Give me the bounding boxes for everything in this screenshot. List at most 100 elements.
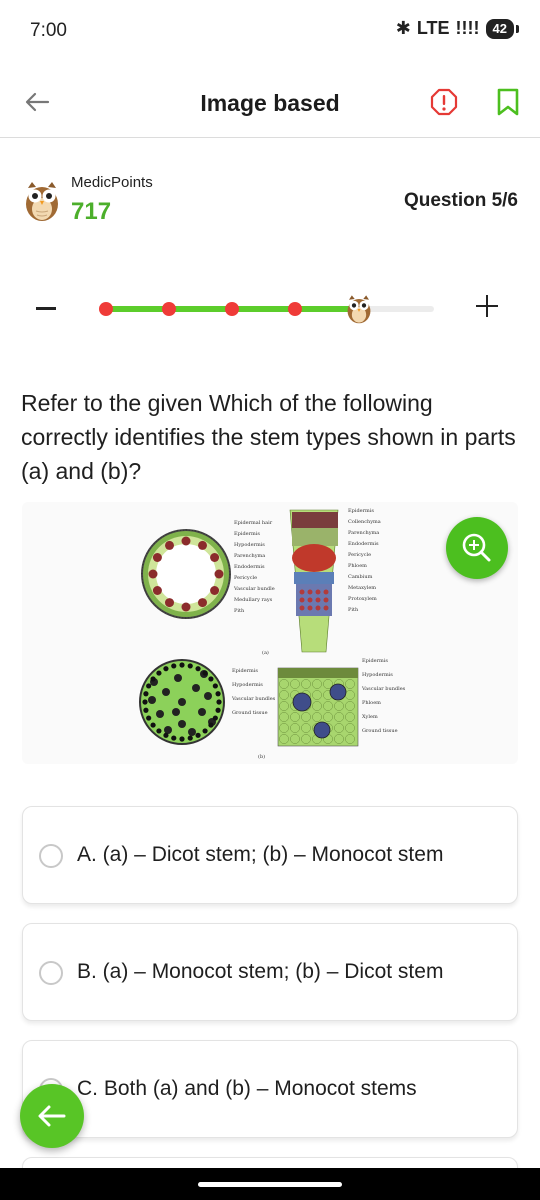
dicot-right-label: Cambium (348, 574, 373, 580)
peripheral-bundle (212, 715, 218, 721)
option-c-text: C. Both (a) and (b) – Monocot stems (77, 1077, 417, 1100)
monocot-left-label: Vascular bundles (231, 696, 276, 702)
owl-mascot-icon (26, 182, 58, 221)
xylem-cell (299, 597, 305, 603)
peripheral-bundle (215, 707, 221, 713)
monocot-right-label: Vascular bundles (361, 686, 406, 692)
stem-cross-section-figure: Epidermal hair Epidermis Hypodermis Parench… (139, 508, 406, 760)
points-label: MedicPoints (71, 174, 153, 191)
monocot-right-label: Hypodermis (362, 672, 393, 678)
points-block: MedicPoints 717 Question 5/6 (22, 172, 518, 232)
xylem-cell (323, 597, 329, 603)
monocot-left-label: Epidermis (232, 668, 258, 674)
peripheral-bundle (156, 670, 162, 676)
progress-track (99, 295, 434, 324)
vascular-bundle (210, 586, 220, 595)
dicot-right-label: Pith (348, 607, 359, 613)
dicot-right-label: Parenchyma (348, 530, 379, 536)
peripheral-bundle (212, 683, 218, 689)
dicot-left-label: Epidermis (234, 531, 260, 537)
monocot-right-label: Ground tissue (362, 728, 398, 734)
monocot-left-label: Ground tissue (232, 710, 268, 716)
status-indicators: ✱ LTE !!!! 42 (395, 18, 520, 39)
dicot-left-label: Medullary rays (234, 597, 273, 603)
vascular-bundle (198, 598, 207, 608)
peripheral-bundle (215, 691, 221, 697)
xylem-cell (315, 589, 321, 595)
peripheral-bundle (156, 728, 162, 734)
home-indicator[interactable] (198, 1182, 342, 1187)
dicot-right-label: Endodermis (348, 541, 379, 547)
peripheral-bundle (216, 699, 222, 705)
xylem-cell (307, 589, 313, 595)
xylem-cell (307, 605, 313, 611)
peripheral-bundle (187, 735, 193, 741)
monocot-right-label: Xylem (362, 714, 378, 720)
peripheral-bundle (150, 722, 156, 728)
vascular-bundle (148, 696, 156, 704)
peripheral-bundle (163, 666, 169, 672)
xylem-cell (323, 605, 329, 611)
dicot-right-label: Protoxylem (348, 596, 377, 602)
dicot-right-label: Phloem (348, 563, 367, 569)
question-counter: Question 5/6 (403, 190, 518, 211)
peripheral-bundle (195, 666, 201, 672)
xylem-cell (323, 589, 329, 595)
progress-dot (99, 302, 113, 316)
zoom-in-button[interactable] (476, 295, 498, 317)
dicot-left-label: Parenchyma (234, 553, 265, 559)
peripheral-bundle (179, 736, 185, 742)
status-bar: 7:00 ✱ LTE !!!! 42 (0, 0, 540, 64)
xylem-cell (299, 605, 305, 611)
option-a-text: A. (a) – Dicot stem; (b) – Monocot stem (77, 843, 444, 866)
zoom-image-button[interactable] (446, 517, 508, 579)
peripheral-bundle (146, 683, 152, 689)
progress-dot (225, 302, 240, 316)
option-a-radio[interactable] (39, 844, 63, 868)
vascular-bundle (192, 684, 200, 692)
vascular-bundle (165, 540, 174, 550)
magnify-plus-icon (462, 533, 491, 562)
vascular-bundle (188, 728, 196, 736)
zoom-out-button[interactable] (36, 307, 56, 310)
peripheral-bundle (179, 662, 185, 668)
option-a[interactable]: A. (a) – Dicot stem; (b) – Monocot stem (22, 806, 518, 904)
monocot-right-label: Phloem (362, 700, 381, 706)
bookmark-icon[interactable] (496, 88, 520, 116)
vascular-bundle (178, 720, 186, 728)
previous-question-button[interactable] (20, 1084, 84, 1148)
arrow-left-icon (38, 1105, 66, 1127)
dicot-left-label: Hypodermis (234, 542, 265, 548)
progress-dot (288, 302, 303, 316)
question-text: Refer to the given Which of the followin… (21, 390, 516, 484)
vascular-bundle (148, 569, 158, 579)
question-figure: Epidermal hair Epidermis Hypodermis Parench… (22, 502, 518, 764)
battery-level: 42 (492, 21, 507, 36)
vascular-bundle (172, 708, 180, 716)
option-b-radio[interactable] (39, 961, 63, 985)
monocot-left-label: Hypodermis (232, 682, 263, 688)
option-c[interactable]: C. Both (a) and (b) – Monocot stems (22, 1040, 518, 1138)
vascular-bundle (174, 674, 182, 682)
report-icon[interactable] (430, 88, 458, 116)
system-nav-bar (0, 1168, 540, 1200)
app-header: Image based (0, 70, 540, 138)
vascular-bundle (178, 698, 186, 706)
vascular-bundle (164, 726, 172, 734)
peripheral-bundle (187, 663, 193, 669)
xylem-cell (307, 597, 313, 603)
caption-a: (a) (262, 649, 269, 656)
dicot-left-label: Vascular bundle (233, 586, 275, 592)
vascular-bundle (204, 692, 212, 700)
dicot-ring-section (141, 529, 231, 619)
option-b[interactable]: B. (a) – Monocot stem; (b) – Dicot stem (22, 923, 518, 1021)
vascular-bundle (162, 688, 170, 696)
vascular-bundle (214, 569, 224, 579)
dicot-right-label: Pericycle (348, 552, 371, 558)
peripheral-bundle (202, 728, 208, 734)
bluetooth-icon: ✱ (395, 18, 411, 38)
monocot-block-detail (277, 667, 359, 747)
peripheral-bundle (143, 691, 149, 697)
dicot-left-label: Pericycle (234, 575, 257, 581)
vascular-bundle (152, 553, 162, 562)
